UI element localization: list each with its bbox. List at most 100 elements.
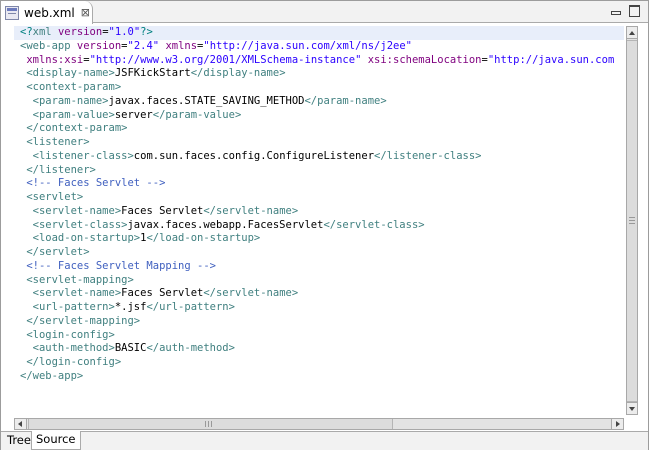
code-token: ?> <box>140 26 153 38</box>
code-token: </listener> <box>20 163 96 176</box>
code-line: <login-config> <box>20 329 614 343</box>
source-editor[interactable]: <?xml version="1.0"?> <web-app version="2… <box>14 24 624 417</box>
code-token: version <box>76 39 122 52</box>
minimize-icon[interactable] <box>609 4 621 16</box>
code-token: </load-on-startup> <box>146 232 261 245</box>
code-token: <servlet-name> <box>20 287 122 300</box>
scroll-up-button[interactable] <box>627 27 637 39</box>
code-token: </context-param> <box>20 122 128 135</box>
code-line: <context-param> <box>20 81 614 95</box>
code-line: <servlet-mapping> <box>20 274 614 288</box>
grip-icon <box>205 421 212 427</box>
editor-tab-bar: web.xml ⊠ <box>1 1 648 24</box>
code-token: <servlet-name> <box>20 204 122 217</box>
code-line: <listener-class>com.sun.faces.config.Con… <box>20 150 614 164</box>
code-token: </servlet-name> <box>203 204 299 217</box>
code-token: "http://java.sun.com/xml/ns/j2ee" <box>203 39 412 52</box>
xml-editor-window: web.xml ⊠ <?xml version="1.0"?> <web-app … <box>0 0 649 450</box>
view-tab-bar: Tree Source <box>1 431 648 450</box>
code-token: *.jsf <box>114 301 147 313</box>
close-icon[interactable]: ⊠ <box>81 6 90 19</box>
code-line: <display-name>JSFKickStart</display-name… <box>20 67 614 81</box>
code-token: </url-pattern> <box>146 301 235 313</box>
code-line: <param-name>javax.faces.STATE_SAVING_MET… <box>20 95 614 109</box>
code-token: <login-config> <box>20 328 115 341</box>
code-line: <!-- Faces Servlet --> <box>20 177 614 191</box>
vertical-scrollbar[interactable] <box>626 26 638 415</box>
scroll-left-button[interactable] <box>15 419 27 429</box>
code-token: </web-app> <box>20 369 84 382</box>
code-line: <listener> <box>20 136 614 150</box>
code-token: </login-config> <box>20 356 122 368</box>
code-token: Faces Servlet <box>121 287 204 300</box>
code-token: <!-- Faces Servlet Mapping --> <box>20 259 216 272</box>
code-token: <servlet-class> <box>20 218 128 231</box>
code-token: xsi:schemaLocation <box>367 53 482 66</box>
code-token: version <box>57 26 103 38</box>
code-line: </web-app> <box>20 370 614 384</box>
code-line: <web-app version="2.4" xmlns="http://jav… <box>20 40 614 54</box>
code-token: javax.faces.webapp.FacesServlet <box>127 218 324 231</box>
code-token: <servlet-mapping> <box>20 273 134 286</box>
code-token: </auth-method> <box>146 342 235 355</box>
code-token: </servlet-class> <box>323 218 425 231</box>
code-line: <url-pattern>*.jsf</url-pattern> <box>20 301 614 315</box>
code-line: <auth-method>BASIC</auth-method> <box>20 342 614 356</box>
tab-source[interactable]: Source <box>31 431 81 450</box>
editor-tab-web-xml[interactable]: web.xml ⊠ <box>1 1 93 24</box>
code-token: "http://java.sun.com <box>487 53 615 66</box>
maximize-icon[interactable] <box>628 4 640 17</box>
code-token: </listener-class> <box>374 149 482 162</box>
code-token: </servlet-mapping> <box>20 314 141 327</box>
code-token: <listener-class> <box>20 149 134 162</box>
code-line: <load-on-startup>1</load-on-startup> <box>20 232 614 246</box>
horizontal-scroll-thumb[interactable] <box>28 419 393 429</box>
code-token: </display-name> <box>190 67 286 80</box>
code-token: "2.4" <box>127 39 160 52</box>
code-token: "1.0" <box>108 26 141 38</box>
code-token: server <box>114 108 153 121</box>
code-token: <!-- Faces Servlet --> <box>20 177 166 190</box>
code-token: "http://www.w3.org/2001/XMLSchema-instan… <box>89 53 362 66</box>
code-token: <display-name> <box>20 67 115 80</box>
code-line: </listener> <box>20 164 614 178</box>
code-token: BASIC <box>114 342 147 355</box>
code-token: JSFKickStart <box>114 67 191 80</box>
code-token: com.sun.faces.config.ConfigureListener <box>133 149 375 162</box>
code-line: <!-- Faces Servlet Mapping --> <box>20 260 614 274</box>
code-token: <url-pattern> <box>20 301 115 313</box>
code-token: xml <box>32 26 58 38</box>
code-token: <web-app <box>20 39 77 52</box>
scroll-down-button[interactable] <box>627 402 637 414</box>
code-line: <?xml version="1.0"?> <box>20 26 614 40</box>
code-line: </login-config> <box>20 356 614 370</box>
vertical-scroll-thumb[interactable] <box>627 40 637 402</box>
code-line: <servlet> <box>20 191 614 205</box>
code-line: <servlet-name>Faces Servlet</servlet-nam… <box>20 205 614 219</box>
code-token: <auth-method> <box>20 342 115 355</box>
code-token: </servlet-name> <box>203 287 299 300</box>
code-line: <servlet-name>Faces Servlet</servlet-nam… <box>20 287 614 301</box>
code-token: xmlns:xsi <box>26 53 84 66</box>
code-token: <load-on-startup> <box>20 232 141 245</box>
code-token: <? <box>20 26 33 38</box>
code-line: xmlns:xsi="http://www.w3.org/2001/XMLSch… <box>20 54 614 68</box>
code-token: javax.faces.STATE_SAVING_METHOD <box>108 94 305 107</box>
code-token: <param-name> <box>20 94 109 107</box>
code-token: xmlns <box>165 39 198 52</box>
code-text[interactable]: <?xml version="1.0"?> <web-app version="2… <box>20 26 614 384</box>
scroll-right-button[interactable] <box>611 419 623 429</box>
code-token: </param-value> <box>152 108 242 121</box>
code-token: Faces Servlet <box>121 204 204 217</box>
xml-file-icon <box>5 5 19 20</box>
code-token: <context-param> <box>20 81 122 93</box>
horizontal-scrollbar[interactable] <box>14 418 624 430</box>
code-token: </param-name> <box>304 94 387 107</box>
code-token: <listener> <box>20 136 90 148</box>
editor-tab-title: web.xml <box>24 5 75 20</box>
code-line: </servlet> <box>20 246 614 260</box>
code-line: <servlet-class>javax.faces.webapp.FacesS… <box>20 219 614 233</box>
code-token: </servlet> <box>20 246 90 258</box>
grip-icon <box>629 217 635 224</box>
code-line: <param-value>server</param-value> <box>20 109 614 123</box>
